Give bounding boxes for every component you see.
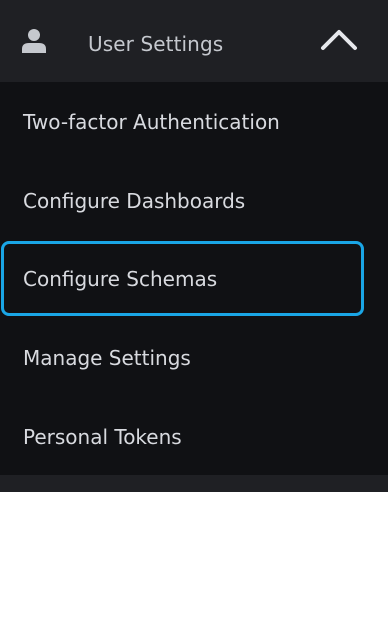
menu-item-two-factor-authentication[interactable]: Two-factor Authentication bbox=[0, 82, 388, 162]
menu-item-label: Two-factor Authentication bbox=[23, 110, 280, 134]
menu-item-label: Personal Tokens bbox=[23, 425, 182, 449]
user-icon bbox=[22, 29, 46, 53]
menu-item-label: Configure Dashboards bbox=[23, 189, 246, 213]
menu-item-configure-schemas[interactable]: Configure Schemas bbox=[0, 239, 388, 319]
menu-item-personal-tokens[interactable]: Personal Tokens bbox=[0, 397, 388, 477]
user-settings-menu: User Settings Two-factor Authentication … bbox=[0, 0, 388, 492]
user-settings-header[interactable]: User Settings bbox=[0, 0, 388, 82]
user-settings-label: User Settings bbox=[88, 32, 224, 56]
menu-item-manage-settings[interactable]: Manage Settings bbox=[0, 318, 388, 398]
menu-item-label: Configure Schemas bbox=[23, 267, 218, 291]
menu-item-configure-dashboards[interactable]: Configure Dashboards bbox=[0, 161, 388, 241]
chevron-up-icon[interactable] bbox=[320, 26, 358, 52]
menu-item-label: Manage Settings bbox=[23, 346, 191, 370]
menu-footer-strip bbox=[0, 475, 388, 492]
